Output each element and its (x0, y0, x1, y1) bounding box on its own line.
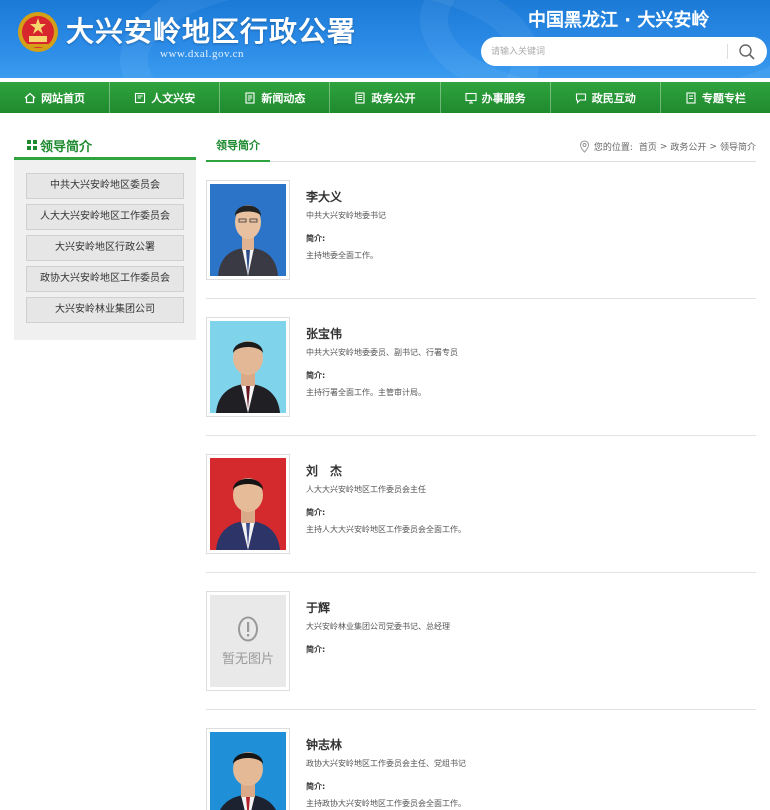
intro-label: 简介: (306, 371, 326, 380)
intro-label: 简介: (306, 508, 326, 517)
intro-label: 简介: (306, 234, 326, 243)
leader-title: 中共大兴安岭地委书记 (306, 211, 386, 220)
site-url: www.dxal.gov.cn (160, 48, 244, 60)
no-image-text: 暂无图片 (221, 651, 274, 667)
portrait-image (210, 732, 286, 810)
sidebar-heading: 领导简介 (14, 132, 196, 160)
search-input[interactable] (491, 43, 721, 61)
tab-leader-intro[interactable]: 领导简介 (206, 134, 270, 162)
nav-item-culture[interactable]: 人文兴安 (110, 82, 221, 113)
leader-intro: 主持人大大兴安岭地区工作委员会全面工作。 (306, 525, 466, 534)
leader-card: 张宝伟 中共大兴安岭地委委员、副书记、行署专员 简介: 主持行署全面工作。主管审… (206, 299, 756, 436)
monitor-icon (465, 92, 477, 103)
exclamation-icon (238, 616, 258, 641)
leader-title: 中共大兴安岭地委委员、副书记、行署专员 (306, 348, 458, 357)
breadcrumb-leader-intro[interactable]: 领导简介 (720, 140, 756, 153)
leader-name: 于辉 (306, 601, 331, 615)
grid-icon (27, 140, 37, 150)
slogan: 中国黑龙江 · 大兴安岭 (528, 10, 710, 31)
leader-photo[interactable]: 暂无图片 (206, 591, 290, 691)
sidebar-item-party-committee[interactable]: 中共大兴安岭地区委员会 (26, 173, 184, 199)
site-title[interactable]: 大兴安岭地区行政公署 (66, 10, 356, 50)
national-emblem-icon[interactable] (16, 8, 60, 56)
site-header: 大兴安岭地区行政公署 www.dxal.gov.cn 中国黑龙江 · 大兴安岭 (0, 0, 770, 78)
leader-name: 李大义 (306, 190, 343, 204)
folder-icon (686, 91, 696, 104)
leader-card: 暂无图片 于辉 大兴安岭林业集团公司党委书记、总经理 简介: (206, 573, 756, 710)
nav-label: 政务公开 (371, 91, 416, 105)
nav-label: 新闻动态 (261, 91, 306, 105)
search-box (481, 37, 767, 66)
leader-intro: 主持地委全面工作。 (306, 251, 378, 260)
leader-card: 刘 杰 人大大兴安岭地区工作委员会主任 简介: 主持人大大兴安岭地区工作委员会全… (206, 436, 756, 573)
portrait-image (210, 184, 286, 276)
sidebar-heading-label: 领导简介 (40, 140, 93, 155)
leader-card: 李大义 中共大兴安岭地委书记 简介: 主持地委全面工作。 (206, 162, 756, 299)
portrait-image (210, 321, 286, 413)
nav-item-interaction[interactable]: 政民互动 (551, 82, 661, 113)
nav-label: 政民互动 (591, 91, 636, 105)
leader-title: 大兴安岭林业集团公司党委书记、总经理 (306, 622, 450, 631)
book-icon (135, 92, 146, 103)
leader-title: 人大大兴安岭地区工作委员会主任 (306, 485, 426, 494)
breadcrumb-prefix: 您的位置: (593, 143, 633, 153)
nav-label: 人文兴安 (151, 91, 196, 105)
intro-label: 简介: (306, 645, 326, 654)
no-image-placeholder: 暂无图片 (210, 595, 286, 687)
leader-intro: 主持政协大兴安岭地区工作委员会全面工作。 (306, 799, 466, 808)
breadcrumb-home[interactable]: 首页 (639, 140, 657, 153)
leader-name: 刘 杰 (306, 464, 343, 478)
leader-photo[interactable] (206, 180, 290, 280)
news-icon (245, 91, 255, 104)
nav-label: 专题专栏 (701, 91, 746, 105)
leader-intro: 主持行署全面工作。主管审计局。 (306, 388, 426, 397)
portrait-image (210, 458, 286, 550)
leader-photo[interactable] (206, 454, 290, 554)
leader-name: 张宝伟 (306, 327, 343, 341)
search-icon[interactable] (738, 43, 756, 61)
leader-photo[interactable] (206, 317, 290, 417)
document-icon (355, 91, 366, 104)
leader-title: 政协大兴安岭地区工作委员会主任、党组书记 (306, 759, 466, 768)
sidebar-item-forestry-group[interactable]: 大兴安岭林业集团公司 (26, 297, 184, 323)
chat-icon (575, 92, 586, 104)
breadcrumb-separator: > (709, 141, 717, 152)
breadcrumb: 您的位置: 首页 > 政务公开 > 领导简介 (579, 140, 756, 153)
location-pin-icon (579, 140, 589, 153)
leader-card: 钟志林 政协大兴安岭地区工作委员会主任、党组书记 简介: 主持政协大兴安岭地区工… (206, 710, 756, 810)
content-tab-bar: 领导简介 您的位置: 首页 > 政务公开 > 领导简介 (206, 134, 756, 162)
sidebar-list: 中共大兴安岭地区委员会 人大大兴安岭地区工作委员会 大兴安岭地区行政公署 政协大… (26, 173, 184, 328)
nav-item-news[interactable]: 新闻动态 (220, 82, 331, 113)
nav-label: 办事服务 (481, 91, 526, 105)
sidebar-item-administrative-office[interactable]: 大兴安岭地区行政公署 (26, 235, 184, 261)
nav-label: 网站首页 (41, 91, 86, 105)
leader-photo[interactable] (206, 728, 290, 810)
breadcrumb-public-affairs[interactable]: 政务公开 (670, 140, 706, 153)
nav-item-home[interactable]: 网站首页 (0, 82, 111, 113)
leader-name: 钟志林 (306, 738, 343, 752)
nav-item-public-affairs[interactable]: 政务公开 (330, 82, 441, 113)
main-nav: 网站首页 人文兴安 新闻动态 政务公开 办事服务 政民互动 专题专栏 (0, 82, 770, 113)
sidebar-item-cppcc[interactable]: 政协大兴安岭地区工作委员会 (26, 266, 184, 292)
nav-item-services[interactable]: 办事服务 (441, 82, 551, 113)
home-icon (24, 92, 36, 103)
sidebar-item-peoples-congress[interactable]: 人大大兴安岭地区工作委员会 (26, 204, 184, 230)
intro-label: 简介: (306, 782, 326, 791)
search-divider (727, 44, 728, 59)
nav-item-topics[interactable]: 专题专栏 (661, 82, 770, 113)
breadcrumb-separator: > (659, 141, 668, 152)
